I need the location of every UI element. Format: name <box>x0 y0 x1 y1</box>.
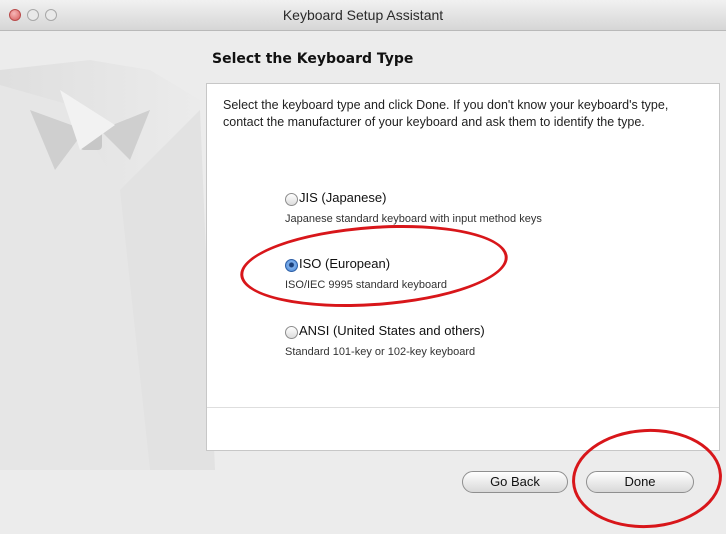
radio-iso[interactable] <box>285 259 298 272</box>
keyboard-setup-assistant-window: Keyboard Setup Assistant Select the Keyb… <box>0 0 726 534</box>
separator <box>207 407 719 408</box>
option-description-iso: ISO/IEC 9995 standard keyboard <box>285 279 448 291</box>
options-panel <box>206 83 720 451</box>
option-label-iso[interactable]: ISO (European) <box>299 256 390 271</box>
option-label-ansi[interactable]: ANSI (United States and others) <box>299 323 485 338</box>
instructions-text: Select the keyboard type and click Done.… <box>223 98 669 129</box>
radio-jis[interactable] <box>285 193 298 206</box>
option-description-ansi: Standard 101-key or 102-key keyboard <box>285 346 476 358</box>
title-bar[interactable]: Keyboard Setup Assistant <box>0 0 726 31</box>
option-description-jis: Japanese standard keyboard with input me… <box>285 213 542 225</box>
option-label-jis[interactable]: JIS (Japanese) <box>299 190 386 205</box>
go-back-button[interactable]: Go Back <box>462 471 568 493</box>
radio-ansi[interactable] <box>285 326 298 339</box>
done-button[interactable]: Done <box>586 471 694 493</box>
window-title: Keyboard Setup Assistant <box>282 7 444 23</box>
pane-title: Select the Keyboard Type <box>212 51 414 67</box>
